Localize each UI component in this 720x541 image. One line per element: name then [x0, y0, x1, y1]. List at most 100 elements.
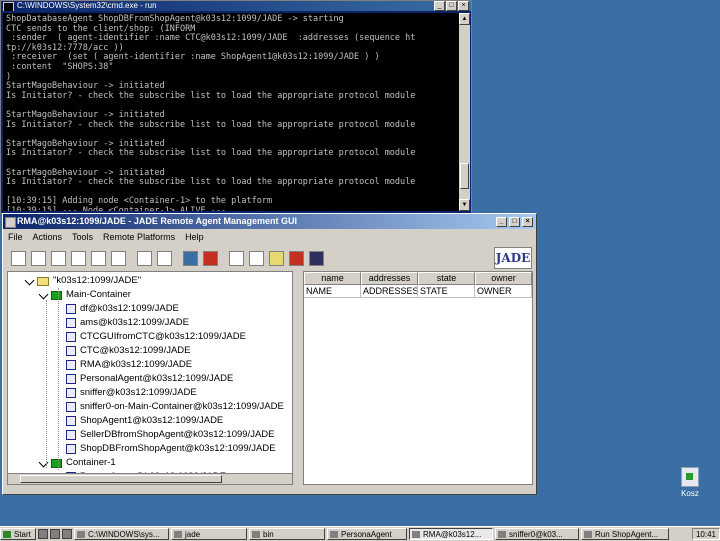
platform-icon[interactable]: [309, 250, 324, 266]
menu-bar: File Actions Tools Remote Platforms Help: [3, 229, 536, 245]
maximize-button[interactable]: □: [509, 217, 520, 227]
tree-node-label: ShopAgent1@k03s12:1099/JADE: [80, 415, 224, 426]
tree-node-label: RMA@k03s12:1099/JADE: [80, 359, 193, 370]
tree-horizontal-scrollbar[interactable]: [8, 473, 292, 484]
dummy-agent-icon[interactable]: [183, 250, 198, 266]
console-line: Is Initiator? - check the subscribe list…: [6, 90, 416, 101]
tree-node-label: SellerDBfromShopAgent@k03s12:1099/JADE: [80, 429, 275, 440]
taskbar-item[interactable]: Run ShopAgent...: [581, 528, 669, 540]
cell-state: STATE: [418, 285, 475, 298]
menu-remote-platforms[interactable]: Remote Platforms: [103, 229, 175, 245]
console-line: Is Initiator? - check the subscribe list…: [6, 119, 416, 130]
tree-node-agent[interactable]: ShopDBFromShopAgent@k03s12:1099/JADE: [66, 442, 276, 456]
taskbar-item[interactable]: RMA@k03s12...: [409, 528, 493, 540]
tree-node-agent[interactable]: df@k03s12:1099/JADE: [66, 302, 179, 316]
minimize-button[interactable]: _: [434, 1, 445, 11]
quicklaunch-ie-icon[interactable]: [38, 529, 48, 539]
system-clock[interactable]: 10:41: [691, 528, 720, 540]
column-state[interactable]: state: [418, 272, 475, 285]
tree-connector-line: [46, 300, 47, 468]
tree-node-agent[interactable]: sniffer0-on-Main-Container@k03s12:1099/J…: [66, 400, 284, 414]
quicklaunch-desktop-icon[interactable]: [50, 529, 60, 539]
console-line: :content "SHOPS:38": [6, 61, 114, 72]
tree-node-agent[interactable]: CTCGUIfromCTC@k03s12:1099/JADE: [66, 330, 246, 344]
taskbar-item[interactable]: bin: [249, 528, 325, 540]
menu-file[interactable]: File: [8, 229, 23, 245]
tree-node-agent[interactable]: SellerDBfromShopAgent@k03s12:1099/JADE: [66, 428, 274, 442]
rma-window[interactable]: RMA@k03s12:1099/JADE - JADE Remote Agent…: [2, 213, 537, 495]
quicklaunch-media-icon[interactable]: [62, 529, 72, 539]
agent-icon: [66, 416, 76, 426]
agent-icon: [66, 318, 76, 328]
tree-expand-icon[interactable]: [24, 275, 35, 285]
console-output: ShopDatabaseAgent ShopDBFromShopAgent@k0…: [3, 13, 459, 211]
column-owner[interactable]: owner: [475, 272, 532, 285]
scroll-down-arrow[interactable]: ▼: [459, 199, 470, 211]
menu-actions[interactable]: Actions: [33, 229, 63, 245]
introspector-icon[interactable]: [229, 250, 244, 266]
taskbar-item[interactable]: C:\WINDOWS\sys...: [74, 528, 169, 540]
recycle-bin-icon: [681, 467, 699, 487]
platform-folder-icon: [37, 276, 49, 286]
console-titlebar[interactable]: C:\WINDOWS\System32\cmd.exe - run _ □ ×: [1, 1, 471, 11]
menu-help[interactable]: Help: [185, 229, 204, 245]
agent-icon: [66, 430, 76, 440]
console-scrollbar[interactable]: ▲ ▼: [459, 13, 470, 211]
tree-node-container[interactable]: Container-1: [38, 456, 116, 470]
console-window[interactable]: C:\WINDOWS\System32\cmd.exe - run _ □ × …: [0, 0, 472, 214]
tree-node-agent[interactable]: ams@k03s12:1099/JADE: [66, 316, 189, 330]
df-gui-icon[interactable]: [269, 250, 284, 266]
close-button[interactable]: ×: [522, 217, 533, 227]
open-icon[interactable]: [11, 250, 26, 266]
debug-icon[interactable]: [289, 250, 304, 266]
scroll-thumb[interactable]: [460, 163, 469, 189]
close-button[interactable]: ×: [458, 1, 469, 11]
tree-node-main-container[interactable]: Main-Container: [38, 288, 131, 302]
taskbar-item[interactable]: PersonaAgent: [327, 528, 407, 540]
start-button[interactable]: Start: [0, 528, 36, 540]
column-name[interactable]: name: [304, 272, 361, 285]
toolbar: [3, 245, 536, 271]
container-folder-icon: [51, 290, 62, 300]
agent-icon: [66, 332, 76, 342]
agent-icon: [66, 388, 76, 398]
agent-icon: [66, 374, 76, 384]
tree-node-label: df@k03s12:1099/JADE: [80, 303, 179, 314]
taskbar-item[interactable]: jade: [171, 528, 247, 540]
taskbar: Start C:\WINDOWS\sys... jade bin PersonaAge…: [0, 526, 720, 541]
menu-tools[interactable]: Tools: [72, 229, 93, 245]
agent-tree[interactable]: "k03s12:1099/JADE" Main-Container df@k03s1…: [7, 271, 293, 485]
table-row[interactable]: NAME ADDRESSES STATE OWNER: [304, 285, 532, 298]
taskbar-item[interactable]: sniffer0@k03...: [495, 528, 579, 540]
maximize-button[interactable]: □: [446, 1, 457, 11]
start-agent-icon[interactable]: [51, 250, 66, 266]
rma-titlebar[interactable]: RMA@k03s12:1099/JADE - JADE Remote Agent…: [3, 214, 536, 229]
sniffer-icon[interactable]: [203, 250, 218, 266]
tree-node-agent[interactable]: RMA@k03s12:1099/JADE: [66, 358, 192, 372]
tree-node-platform[interactable]: "k03s12:1099/JADE": [24, 274, 141, 288]
column-addresses[interactable]: addresses: [361, 272, 418, 285]
migrate-agent-icon[interactable]: [157, 250, 172, 266]
tree-node-agent[interactable]: PersonalAgent@k03s12:1099/JADE: [66, 372, 233, 386]
agent-details-table[interactable]: name addresses state owner NAME ADDRESSE…: [303, 271, 533, 485]
recycle-bin[interactable]: Kosz: [677, 467, 703, 498]
tree-node-agent[interactable]: ShopAgent1@k03s12:1099/JADE: [66, 414, 223, 428]
rma-title: RMA@k03s12:1099/JADE - JADE Remote Agent…: [17, 216, 298, 226]
scroll-up-arrow[interactable]: ▲: [459, 13, 470, 25]
minimize-button[interactable]: _: [496, 217, 507, 227]
agent-icon: [66, 444, 76, 454]
save-icon[interactable]: [31, 250, 46, 266]
rma-app-icon: [5, 217, 16, 228]
send-message-icon[interactable]: [137, 250, 152, 266]
cell-name: NAME: [304, 285, 361, 298]
suspend-agent-icon[interactable]: [91, 250, 106, 266]
table-header: name addresses state owner: [304, 272, 532, 285]
tree-node-agent[interactable]: sniffer@k03s12:1099/JADE: [66, 386, 197, 400]
tree-connector-line: [58, 288, 59, 470]
scroll-thumb[interactable]: [20, 475, 222, 483]
tree-node-agent[interactable]: CTC@k03s12:1099/JADE: [66, 344, 191, 358]
kill-agent-icon[interactable]: [71, 250, 86, 266]
resume-agent-icon[interactable]: [111, 250, 126, 266]
tree-expand-icon[interactable]: [38, 289, 49, 299]
log-manager-icon[interactable]: [249, 250, 264, 266]
